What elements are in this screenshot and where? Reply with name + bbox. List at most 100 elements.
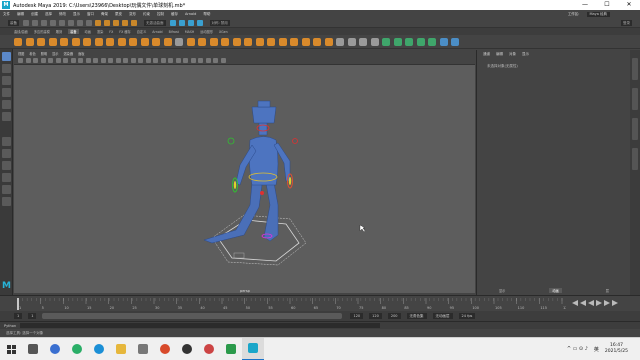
parent-constraint-icon[interactable] xyxy=(186,37,195,46)
close-button[interactable]: ✕ xyxy=(618,0,640,10)
menu-constrain[interactable]: 约束 xyxy=(143,12,150,17)
taskbar-app-recorder-icon[interactable] xyxy=(198,338,220,360)
minimize-button[interactable]: — xyxy=(574,0,596,10)
gamma-icon[interactable] xyxy=(213,58,218,63)
hypershade-icon[interactable] xyxy=(196,19,203,26)
textured-icon[interactable] xyxy=(130,58,136,63)
layer-tab-display[interactable]: 显示 xyxy=(499,288,505,293)
paint-weights-icon[interactable] xyxy=(152,37,160,46)
viewport-persp[interactable]: persp xyxy=(14,65,475,293)
open-scene-icon[interactable] xyxy=(32,19,38,26)
move-tool-icon[interactable] xyxy=(2,88,11,97)
exposure-icon[interactable] xyxy=(205,58,211,63)
node-editor-icon[interactable] xyxy=(405,37,413,46)
time-ruler[interactable]: 1 5 10 15 20 25 30 35 40 45 50 55 60 65 70 75 80 85 90 95 10… xyxy=(14,298,566,310)
root-control-curve[interactable] xyxy=(217,219,300,262)
menu-deform[interactable]: 变形 xyxy=(129,12,136,17)
fps-dropdown[interactable]: 24 fps xyxy=(458,313,476,319)
step-back-icon[interactable] xyxy=(580,300,586,306)
sculpt-deformer-icon[interactable] xyxy=(278,37,287,46)
camera-select-icon[interactable] xyxy=(18,58,23,63)
start-time-field[interactable]: 1 xyxy=(14,313,23,319)
shelf-tab-xgen[interactable]: XGen xyxy=(219,30,228,34)
panel-menu-shading[interactable]: 着色 xyxy=(29,51,35,56)
ik-spline-icon[interactable] xyxy=(71,37,80,46)
panel-menu-renderer[interactable]: 渲染器 xyxy=(64,51,74,56)
end-time-field[interactable]: 120 xyxy=(369,313,382,319)
wireframe-on-shaded-icon[interactable] xyxy=(123,58,128,63)
wireframe-icon[interactable] xyxy=(100,58,106,63)
select-object-icon[interactable] xyxy=(77,19,83,26)
task-view-icon[interactable] xyxy=(22,338,44,360)
play-backwards-icon[interactable] xyxy=(588,300,594,306)
max-time-field[interactable]: 200 xyxy=(387,313,401,319)
taskbar-app-qq-icon[interactable] xyxy=(44,338,66,360)
menu-select[interactable]: 选择 xyxy=(45,12,52,17)
rotate-tool-icon[interactable] xyxy=(2,100,11,109)
right-elbow-pole-control[interactable] xyxy=(292,138,298,144)
menu-edit[interactable]: 编辑 xyxy=(17,12,24,17)
input-language[interactable]: 英 xyxy=(594,346,599,353)
menu-create[interactable]: 创建 xyxy=(31,12,38,17)
channel-menu-object[interactable]: 对象 xyxy=(509,52,516,57)
tray-icons[interactable]: ^ ▭ ⊙ ♪ xyxy=(567,346,588,352)
curve-warp-icon[interactable] xyxy=(313,37,321,46)
taskbar-app-wechat-icon[interactable] xyxy=(66,338,88,360)
blend-shape-icon[interactable] xyxy=(163,37,172,46)
backface-culling-icon[interactable] xyxy=(198,58,203,63)
shelf-tab-rigging[interactable]: 装备 xyxy=(68,29,79,34)
xray-icon[interactable] xyxy=(183,58,188,63)
taskbar-app-store-icon[interactable] xyxy=(132,338,154,360)
connection-editor-icon[interactable] xyxy=(428,37,436,46)
isolate-select-icon[interactable] xyxy=(175,58,181,63)
panel-menu-panels[interactable]: 面板 xyxy=(78,51,84,56)
redo-icon[interactable] xyxy=(59,19,65,26)
character-set-dropdown[interactable]: 无角色集 xyxy=(406,313,427,319)
shelf-tab-curves[interactable]: 曲线/曲面 xyxy=(14,29,28,34)
safe-title-icon[interactable] xyxy=(93,58,98,63)
color-management-icon[interactable] xyxy=(220,58,226,63)
panel-menu-view[interactable]: 视图 xyxy=(18,51,24,56)
motion-blur-icon[interactable] xyxy=(160,58,166,63)
outliner-layout-icon[interactable] xyxy=(2,185,11,194)
playback-start-field[interactable]: 1 xyxy=(28,313,37,319)
menu-modify[interactable]: 修改 xyxy=(59,12,66,17)
shelf-tab-animation[interactable]: 动画 xyxy=(85,29,91,34)
character-left-leg[interactable] xyxy=(203,182,263,244)
shelf-tab-bifrost[interactable]: Bifrost xyxy=(169,30,179,34)
undo-icon[interactable] xyxy=(50,19,56,26)
channel-menu-channels[interactable]: 通道 xyxy=(483,52,490,57)
pole-vector-icon[interactable] xyxy=(244,37,252,46)
snap-surface-icon[interactable] xyxy=(131,19,137,26)
current-time-marker[interactable] xyxy=(17,298,19,310)
go-to-end-icon[interactable] xyxy=(612,300,618,306)
login-button[interactable]: 登录 xyxy=(621,19,632,26)
scale-tool-icon[interactable] xyxy=(2,112,11,121)
menu-windows[interactable]: 窗口 xyxy=(87,12,94,17)
resolution-gate-icon[interactable] xyxy=(63,58,68,63)
wrap-icon[interactable] xyxy=(267,37,275,46)
shelf-tab-fx[interactable]: FX xyxy=(109,30,113,34)
go-to-start-icon[interactable] xyxy=(572,300,578,306)
nonlinear-bend-icon[interactable] xyxy=(290,37,298,46)
orient-constraint-icon[interactable] xyxy=(209,37,218,46)
menu-arnold[interactable]: Arnold xyxy=(185,12,196,16)
select-hierarchy-icon[interactable] xyxy=(68,19,74,26)
grid-icon[interactable] xyxy=(48,58,53,63)
windows-start-icon[interactable] xyxy=(0,338,22,360)
layer-tab-animation[interactable]: 动画 xyxy=(549,287,562,293)
paint-select-icon[interactable] xyxy=(2,76,11,85)
ipr-render-icon[interactable] xyxy=(178,19,185,26)
shadows-icon[interactable] xyxy=(145,58,151,63)
new-scene-icon[interactable] xyxy=(23,19,29,26)
attribute-editor-icon[interactable] xyxy=(451,37,459,46)
knee-pole-control[interactable] xyxy=(260,191,264,195)
channel-menu-show[interactable]: 显示 xyxy=(522,52,529,57)
outliner-icon[interactable] xyxy=(439,37,448,46)
menu-file[interactable]: 文件 xyxy=(3,12,10,17)
save-scene-icon[interactable] xyxy=(41,19,47,26)
snap-view-icon[interactable] xyxy=(122,19,128,26)
taskbar-app-game-icon[interactable] xyxy=(220,338,242,360)
mirror-joint-icon[interactable] xyxy=(37,37,45,46)
delete-history-icon[interactable] xyxy=(359,37,367,46)
